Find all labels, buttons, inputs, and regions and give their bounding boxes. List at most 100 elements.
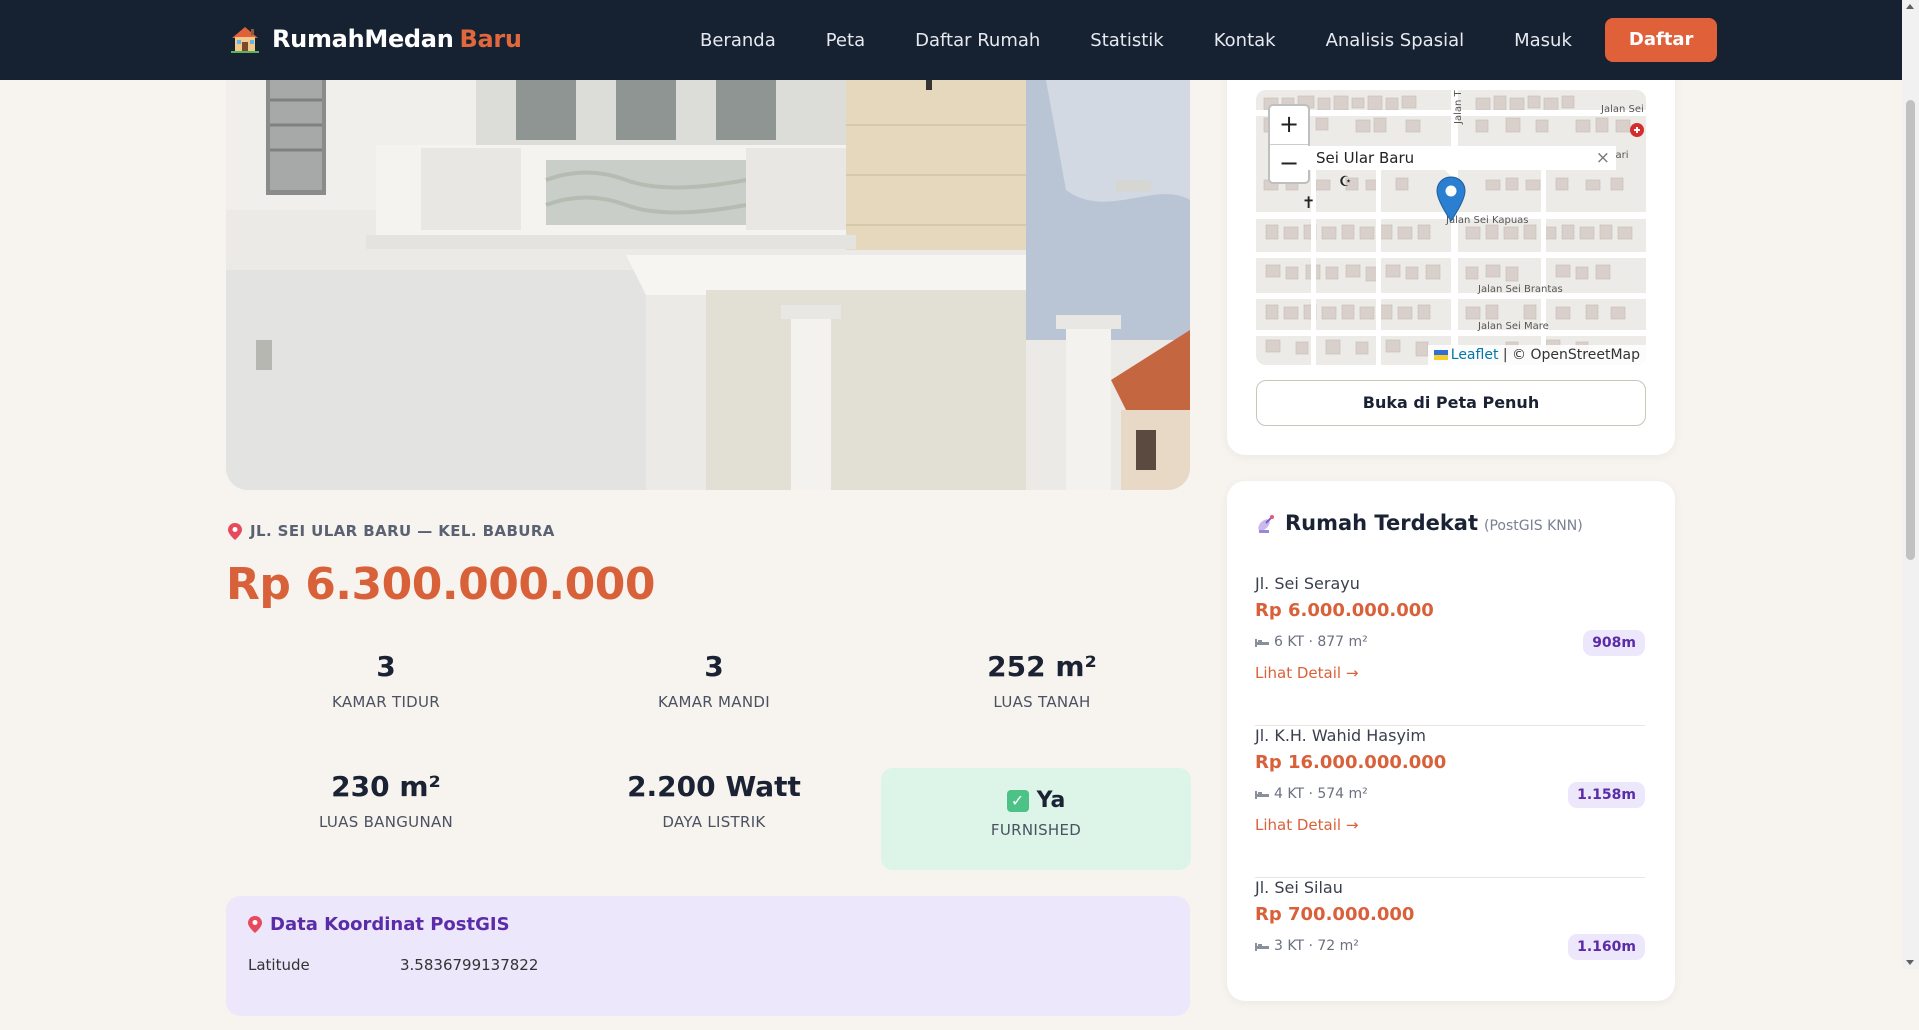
- address-text: JL. SEI ULAR BARU — KEL. BABURA: [250, 522, 555, 540]
- nav-link-kontak[interactable]: Kontak: [1214, 30, 1276, 51]
- nav-link-peta[interactable]: Peta: [826, 30, 865, 51]
- nearby-price: Rp 700.000.000: [1255, 904, 1415, 925]
- distance-badge: 908m: [1583, 630, 1645, 656]
- stat-value: 252 m²: [987, 650, 1097, 683]
- nearby-meta: 6 KT · 877 m²: [1255, 634, 1368, 650]
- map-card: Jalan Sei Kapuas Jalan Sei Brantas Jalan…: [1227, 55, 1675, 455]
- nav-link-beranda[interactable]: Beranda: [700, 30, 776, 51]
- postgis-title: Data Koordinat PostGIS: [248, 914, 510, 935]
- church-icon: ✝: [1302, 193, 1315, 212]
- nearby-item[interactable]: Jl. Sei Silau Rp 700.000.000 3 KT · 72 m…: [1255, 878, 1645, 1030]
- map-street-label: Jalan Sei: [1600, 104, 1644, 115]
- location-map[interactable]: Jalan Sei Kapuas Jalan Sei Brantas Jalan…: [1256, 90, 1646, 365]
- view-detail-link[interactable]: Lihat Detail →: [1255, 664, 1358, 682]
- nearby-street: Jl. Sei Serayu: [1255, 574, 1360, 593]
- distance-badge: 1.160m: [1568, 934, 1645, 960]
- map-marker-icon[interactable]: [1436, 176, 1466, 222]
- house-facade-image: [226, 80, 1190, 490]
- open-full-map-button[interactable]: Buka di Peta Penuh: [1256, 380, 1646, 426]
- brand-accent: Baru: [459, 25, 522, 53]
- stat-bedrooms: 3 KAMAR TIDUR: [226, 650, 546, 750]
- property-photo: [226, 80, 1190, 490]
- nearby-item[interactable]: Jl. Sei Serayu Rp 6.000.000.000 6 KT · 8…: [1255, 574, 1645, 726]
- coordinate-row-latitude: Latitude 3.5836799137822: [248, 956, 538, 974]
- nearby-meta: 4 KT · 574 m²: [1255, 786, 1368, 802]
- popup-close-icon[interactable]: ×: [1596, 146, 1610, 170]
- nearby-price: Rp 6.000.000.000: [1255, 600, 1434, 621]
- map-street-label: Jalan Sei Mare: [1477, 321, 1549, 332]
- map-tiles: Jalan Sei Kapuas Jalan Sei Brantas Jalan…: [1256, 90, 1646, 365]
- map-popup: Sei Ular Baru ×: [1308, 146, 1616, 170]
- postgis-coordinates-panel: Data Koordinat PostGIS Latitude 3.583679…: [226, 896, 1190, 1016]
- stat-label: LUAS TANAH: [993, 693, 1091, 711]
- nav-link-statistik[interactable]: Statistik: [1090, 30, 1163, 51]
- nearby-houses-card: Rumah Terdekat (PostGIS KNN) Jl. Sei Ser…: [1227, 481, 1675, 1001]
- nav-link-analisis-spasial[interactable]: Analisis Spasial: [1326, 30, 1465, 51]
- bed-icon: [1255, 639, 1269, 647]
- stat-label: KAMAR TIDUR: [331, 693, 441, 711]
- nav-link-daftar-rumah[interactable]: Daftar Rumah: [915, 30, 1040, 51]
- nearby-meta-text: 6 KT · 877 m²: [1274, 634, 1368, 650]
- scroll-down-arrow-icon[interactable]: [1906, 960, 1914, 965]
- nearby-subtitle: (PostGIS KNN): [1484, 518, 1583, 534]
- map-attribution: Leaflet | © OpenStreetMap: [1427, 345, 1646, 365]
- house-icon: [231, 27, 259, 53]
- nav-links: Beranda Peta Daftar Rumah Statistik Kont…: [700, 0, 1718, 80]
- popup-tip: [1441, 166, 1461, 176]
- map-street-label: Jalan Sei Brantas: [1477, 284, 1563, 295]
- furnished-value-row: ✓ Ya: [881, 788, 1191, 813]
- stat-value: 3: [376, 650, 396, 683]
- brand-logo[interactable]: RumahMedan Baru: [228, 22, 522, 56]
- nearby-meta-text: 3 KT · 72 m²: [1274, 938, 1359, 954]
- property-address: JL. SEI ULAR BARU — KEL. BABURA: [228, 522, 555, 540]
- coordinate-label: Latitude: [248, 956, 310, 974]
- ukraine-flag-icon: [1433, 350, 1448, 360]
- nearby-meta: 3 KT · 72 m²: [1255, 938, 1359, 954]
- stat-value: 230 m²: [331, 770, 441, 803]
- stat-furnished: ✓ Ya FURNISHED: [881, 768, 1191, 870]
- nearby-street: Jl. K.H. Wahid Hasyim: [1255, 726, 1426, 745]
- bed-icon: [1255, 791, 1269, 799]
- scroll-up-arrow-icon[interactable]: [1906, 4, 1914, 9]
- postgis-title-text: Data Koordinat PostGIS: [270, 914, 510, 935]
- stat-label: DAYA LISTRIK: [662, 813, 766, 831]
- coordinate-value: 3.5836799137822: [400, 956, 539, 974]
- view-detail-link[interactable]: Lihat Detail →: [1255, 816, 1358, 834]
- brand-name: RumahMedan Baru: [272, 25, 522, 53]
- satellite-icon: [1258, 515, 1274, 533]
- map-street-label: Jalan T: [1453, 90, 1464, 125]
- stat-bathrooms: 3 KAMAR MANDI: [554, 650, 874, 750]
- stat-label: KAMAR MANDI: [658, 693, 770, 711]
- stat-land-area: 252 m² LUAS TANAH: [882, 650, 1202, 750]
- attribution-text: | © OpenStreetMap: [1502, 347, 1640, 363]
- furnished-value: Ya: [1036, 788, 1066, 813]
- nearby-item[interactable]: Jl. K.H. Wahid Hasyim Rp 16.000.000.000 …: [1255, 726, 1645, 878]
- stat-value: 2.200 Watt: [627, 770, 801, 803]
- location-pin-icon: [228, 522, 242, 540]
- nearby-street: Jl. Sei Silau: [1255, 878, 1343, 897]
- popup-text: Sei Ular Baru: [1316, 149, 1415, 167]
- scrollbar-thumb[interactable]: [1906, 100, 1915, 560]
- property-price: Rp 6.300.000.000: [226, 559, 656, 610]
- page-scrollbar[interactable]: [1902, 0, 1919, 969]
- zoom-out-button[interactable]: −: [1270, 145, 1308, 183]
- register-button[interactable]: Daftar: [1604, 18, 1718, 62]
- stat-building-area: 230 m² LUAS BANGUNAN: [226, 770, 546, 870]
- nav-link-masuk[interactable]: Masuk: [1514, 30, 1572, 51]
- map-zoom-control: + −: [1268, 104, 1310, 184]
- leaflet-link[interactable]: Leaflet: [1451, 347, 1499, 363]
- nearby-title: Rumah Terdekat: [1285, 511, 1479, 535]
- nearby-header: Rumah Terdekat (PostGIS KNN): [1255, 511, 1583, 535]
- check-icon: ✓: [1006, 789, 1029, 812]
- zoom-in-button[interactable]: +: [1270, 106, 1308, 145]
- mosque-icon: ☪: [1339, 174, 1352, 190]
- stat-label: LUAS BANGUNAN: [318, 813, 454, 831]
- stat-electricity: 2.200 Watt DAYA LISTRIK: [554, 770, 874, 870]
- nearby-meta-text: 4 KT · 574 m²: [1274, 786, 1368, 802]
- navbar: RumahMedan Baru Beranda Peta Daftar Rumah…: [0, 0, 1902, 80]
- stat-value: 3: [704, 650, 724, 683]
- distance-badge: 1.158m: [1568, 782, 1645, 808]
- bed-icon: [1255, 943, 1269, 951]
- nearby-price: Rp 16.000.000.000: [1255, 752, 1447, 773]
- location-pin-icon: [248, 916, 262, 933]
